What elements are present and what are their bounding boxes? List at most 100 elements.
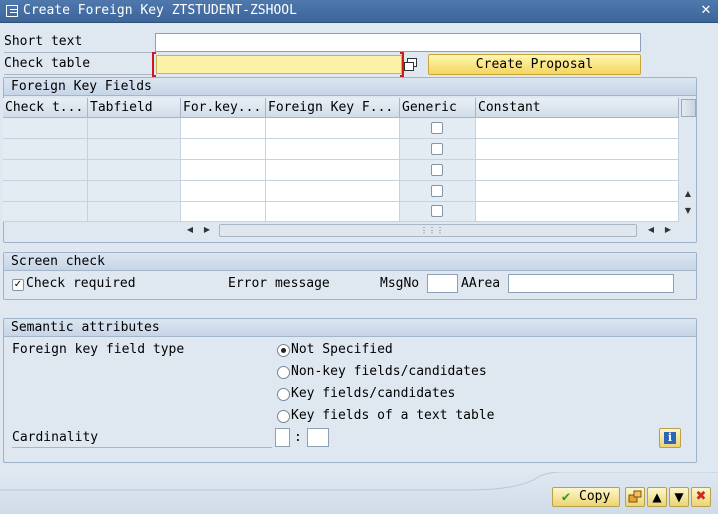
column-header-constant[interactable]: Constant — [476, 98, 679, 118]
title-bar: Create Foreign Key ZTSTUDENT-ZSHOOL ✕ — [0, 0, 718, 23]
cell-generic — [400, 181, 476, 202]
table-row — [3, 139, 679, 160]
focus-marker-left — [152, 52, 156, 77]
msgno-label: MsgNo — [380, 276, 420, 291]
radio-non-key-fields[interactable] — [277, 366, 290, 379]
cell-constant-input[interactable] — [476, 181, 679, 202]
arrow-up-icon: ▲ — [652, 490, 662, 504]
info-icon: i — [664, 432, 676, 444]
cell-check-table — [3, 181, 88, 202]
cell-check-table — [3, 160, 88, 181]
cell-constant-input[interactable] — [476, 139, 679, 160]
close-icon[interactable]: ✕ — [698, 3, 714, 19]
radio-not-specified-label: Not Specified — [291, 342, 393, 357]
create-proposal-button[interactable]: Create Proposal — [428, 54, 641, 75]
cell-for-key-table-input[interactable] — [181, 160, 266, 181]
aarea-label: AArea — [461, 276, 501, 291]
horizontal-scrollbar[interactable]: ⋮⋮⋮ — [219, 224, 637, 237]
aarea-input[interactable] — [508, 274, 674, 293]
radio-key-fields[interactable] — [277, 388, 290, 401]
table-settings-icon[interactable] — [681, 99, 696, 117]
scroll-right-icon[interactable]: ▶ — [201, 224, 213, 236]
error-message-label: Error message — [228, 276, 330, 291]
cell-tabfield — [88, 139, 181, 160]
info-button[interactable]: i — [659, 428, 681, 448]
copy-button-label: Copy — [579, 489, 611, 504]
scroll-left-icon[interactable]: ◀ — [184, 224, 196, 236]
short-text-input[interactable] — [155, 33, 641, 52]
window-menu-icon[interactable] — [6, 5, 18, 17]
check-table-input[interactable] — [156, 55, 402, 74]
cardinality-separator: : — [294, 430, 302, 445]
generic-checkbox[interactable] — [431, 143, 443, 155]
cell-for-key-table-input[interactable] — [181, 118, 266, 139]
cell-check-table — [3, 118, 88, 139]
scroll-down-icon[interactable]: ▼ — [682, 205, 694, 217]
generic-checkbox[interactable] — [431, 122, 443, 134]
column-header-generic[interactable]: Generic — [400, 98, 476, 118]
value-help-icon[interactable] — [404, 58, 417, 71]
radio-non-key-fields-label: Non-key fields/candidates — [291, 364, 487, 379]
previous-button[interactable]: ▲ — [647, 487, 667, 507]
radio-not-specified[interactable] — [277, 344, 290, 357]
cell-constant-input[interactable] — [476, 202, 679, 222]
table-row — [3, 181, 679, 202]
copy-button[interactable]: ✔ Copy — [552, 487, 620, 507]
table-row — [3, 160, 679, 181]
cancel-icon: ✖ — [695, 489, 707, 504]
generic-checkbox[interactable] — [431, 185, 443, 197]
cell-check-table — [3, 139, 88, 160]
scroll-right-icon[interactable]: ▶ — [662, 224, 674, 236]
cell-foreign-key-field-input[interactable] — [266, 160, 400, 181]
column-header-tabfield[interactable]: Tabfield — [88, 98, 181, 118]
radio-key-fields-text-table-label: Key fields of a text table — [291, 408, 495, 423]
radio-key-fields-label: Key fields/candidates — [291, 386, 456, 401]
next-button[interactable]: ▼ — [669, 487, 689, 507]
cell-generic — [400, 139, 476, 160]
cell-check-table — [3, 202, 88, 222]
cell-generic — [400, 118, 476, 139]
cell-tabfield — [88, 118, 181, 139]
window-title: Create Foreign Key ZTSTUDENT-ZSHOOL — [23, 3, 297, 18]
foreign-key-fields-title: Foreign Key Fields — [4, 78, 696, 96]
column-header-foreign-key-field[interactable]: Foreign Key F... — [266, 98, 400, 118]
cardinality-left-input[interactable] — [275, 428, 290, 447]
msgno-input[interactable] — [427, 274, 458, 293]
scroll-grip-icon: ⋮⋮⋮ — [420, 226, 444, 235]
cardinality-label: Cardinality — [12, 430, 272, 448]
transport-icon — [628, 490, 642, 503]
cardinality-right-input[interactable] — [307, 428, 329, 447]
column-header-for-key-table[interactable]: For.key... — [181, 98, 266, 118]
scroll-up-icon[interactable]: ▲ — [682, 188, 694, 200]
scroll-left-icon[interactable]: ◀ — [645, 224, 657, 236]
check-required-checkbox[interactable]: ✓ — [12, 279, 24, 291]
cell-foreign-key-field-input[interactable] — [266, 118, 400, 139]
cancel-button[interactable]: ✖ — [691, 487, 711, 507]
screen-check-title: Screen check — [4, 253, 696, 271]
cell-for-key-table-input[interactable] — [181, 181, 266, 202]
cell-constant-input[interactable] — [476, 118, 679, 139]
column-header-check-table[interactable]: Check t... — [3, 98, 88, 118]
arrow-down-icon: ▼ — [674, 490, 684, 504]
fk-field-type-label: Foreign key field type — [12, 342, 185, 357]
transport-button[interactable] — [625, 487, 645, 507]
cell-foreign-key-field-input[interactable] — [266, 139, 400, 160]
check-table-label: Check table — [4, 56, 154, 75]
short-text-label: Short text — [4, 34, 154, 53]
check-required-label: Check required — [26, 276, 136, 291]
table-row — [3, 118, 679, 139]
cell-generic — [400, 160, 476, 181]
cell-for-key-table-input[interactable] — [181, 202, 266, 222]
cell-generic — [400, 202, 476, 222]
cell-foreign-key-field-input[interactable] — [266, 202, 400, 222]
cell-foreign-key-field-input[interactable] — [266, 181, 400, 202]
cell-for-key-table-input[interactable] — [181, 139, 266, 160]
generic-checkbox[interactable] — [431, 205, 443, 217]
cell-tabfield — [88, 181, 181, 202]
generic-checkbox[interactable] — [431, 164, 443, 176]
checkmark-icon: ✔ — [561, 489, 571, 505]
semantic-attributes-title: Semantic attributes — [4, 319, 696, 337]
foreign-key-fields-table: Check t... Tabfield For.key... Foreign K… — [3, 98, 697, 241]
radio-key-fields-text-table[interactable] — [277, 410, 290, 423]
cell-constant-input[interactable] — [476, 160, 679, 181]
